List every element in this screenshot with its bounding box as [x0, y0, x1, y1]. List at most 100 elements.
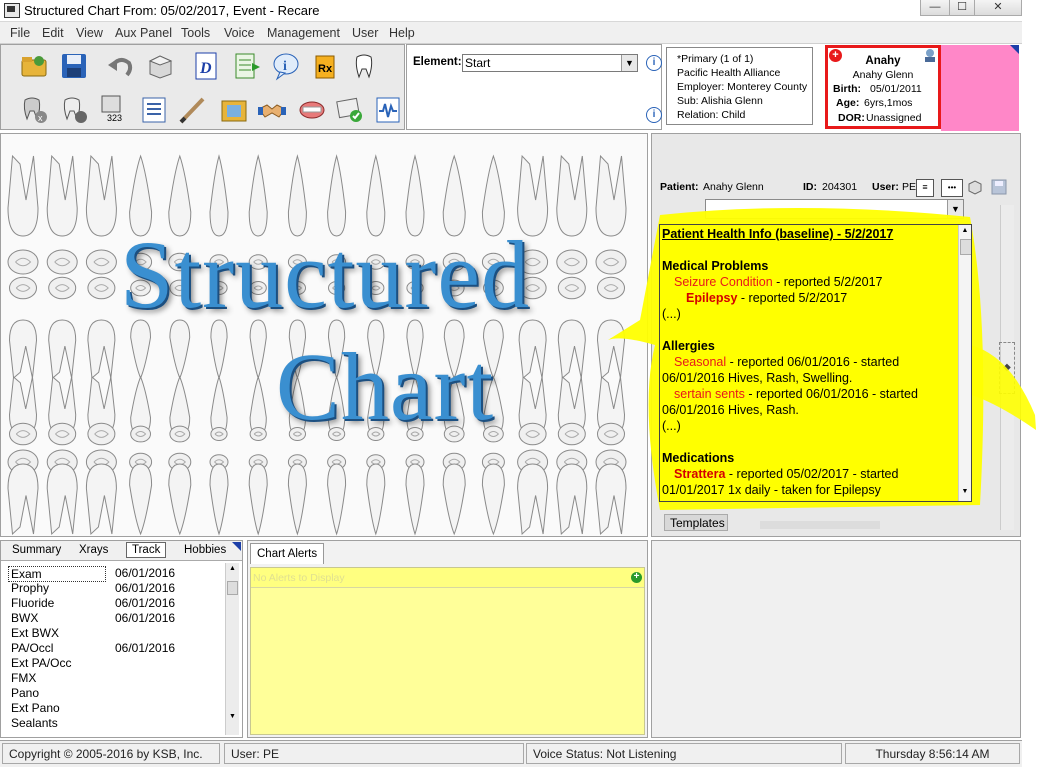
menu-aux-panel[interactable]: Aux Panel [115, 26, 172, 40]
pen-icon[interactable] [177, 95, 207, 125]
close-button[interactable]: ✕ [974, 0, 1022, 16]
odontogram-chart[interactable]: Structured Chart [0, 133, 648, 537]
track-scrollbar[interactable]: ▲ ▼ [225, 563, 239, 735]
menu-management[interactable]: Management [267, 26, 340, 40]
tooth-icon[interactable] [349, 51, 379, 81]
tooth[interactable] [481, 463, 505, 536]
menu-help[interactable]: Help [389, 26, 415, 40]
more-link[interactable]: (...) [662, 419, 681, 433]
menu-user[interactable]: User [352, 26, 378, 40]
alerts-list[interactable]: No Alerts to Display + [250, 567, 645, 735]
insurance-line: Employer: Monterey County [677, 81, 808, 93]
menu-edit[interactable]: Edit [42, 26, 64, 40]
rp-list-icon[interactable]: ≡ [916, 179, 934, 197]
document-d-icon[interactable]: D [191, 51, 221, 81]
health-info-box[interactable]: Patient Health Info (baseline) - 5/2/201… [659, 224, 972, 502]
age-label: Age: [836, 97, 860, 109]
tab-summary[interactable]: Summary [12, 544, 61, 556]
rx-icon[interactable]: Rx [310, 51, 340, 81]
element-label: Element: [413, 56, 462, 68]
tooth[interactable] [46, 463, 78, 536]
track-item-name[interactable]: Pano [11, 686, 39, 700]
window-title: Structured Chart From: 05/02/2017, Event… [24, 3, 320, 18]
undo-icon[interactable] [105, 51, 135, 81]
track-item-name[interactable]: FMX [11, 671, 36, 685]
track-item-name[interactable]: Fluoride [11, 596, 54, 610]
corner-marker [1010, 45, 1019, 54]
track-item-name[interactable]: Ext Pano [11, 701, 60, 715]
tooth[interactable] [85, 463, 117, 536]
track-item-name[interactable]: Prophy [11, 581, 49, 595]
menu-file[interactable]: File [10, 26, 30, 40]
tab-xrays[interactable]: Xrays [79, 544, 108, 556]
rp-save-icon[interactable] [991, 179, 1007, 195]
chart-watermark: Structured Chart [1, 219, 647, 443]
tab-hobbies[interactable]: Hobbies [184, 544, 226, 556]
dentures-icon[interactable] [297, 95, 327, 125]
insurance-info-icon[interactable]: i [646, 107, 662, 123]
tooth[interactable] [168, 463, 192, 536]
chart-watermark-line1: Structured [120, 221, 530, 328]
tooth[interactable] [327, 463, 347, 536]
track-item-name[interactable]: PA/Occl [11, 641, 53, 655]
scroll-thumb[interactable] [227, 581, 238, 595]
list-icon[interactable] [139, 95, 169, 125]
handshake-icon[interactable] [257, 95, 287, 125]
horizontal-scrollbar[interactable] [760, 521, 880, 529]
element-panel: Element: Start ▼ i i [406, 44, 662, 130]
scroll-down-icon[interactable]: ▼ [227, 713, 238, 723]
image-folder-icon[interactable] [219, 95, 249, 125]
track-item-name[interactable]: Exam [8, 566, 106, 582]
menu-voice[interactable]: Voice [224, 26, 255, 40]
more-link[interactable]: (...) [662, 307, 681, 321]
tooth[interactable] [7, 463, 39, 536]
export-sheet-icon[interactable] [232, 51, 262, 81]
save-icon[interactable] [59, 51, 89, 81]
menu-view[interactable]: View [76, 26, 103, 40]
patient-card[interactable]: + Anahy Anahy Glenn Birth: 05/01/2011 Ag… [825, 45, 941, 129]
insurance-line: Pacific Health Alliance [677, 67, 781, 79]
tooth[interactable] [366, 463, 386, 536]
scroll-down-icon[interactable]: ▼ [960, 488, 970, 498]
tooth[interactable] [556, 463, 588, 536]
health-scrollbar[interactable]: ▲ ▼ [958, 225, 971, 501]
track-item-name[interactable]: BWX [11, 611, 38, 625]
tooth[interactable] [129, 463, 153, 536]
scroll-up-icon[interactable]: ▲ [960, 227, 970, 237]
minimize-button[interactable]: — [920, 0, 950, 16]
element-info-icon[interactable]: i [646, 55, 662, 71]
tooth[interactable] [248, 463, 268, 536]
tooth[interactable] [442, 463, 466, 536]
medication-detail-line: 01/01/2017 1x daily - taken for Epilepsy [662, 483, 881, 497]
tooth[interactable] [517, 463, 549, 536]
element-select[interactable]: Start ▼ [462, 54, 638, 72]
add-alert-icon[interactable]: + [631, 572, 642, 583]
menu-tools[interactable]: Tools [181, 26, 210, 40]
tooth[interactable] [405, 463, 425, 536]
track-item-name[interactable]: Sealants [11, 716, 58, 730]
rp-user-label: User: [872, 181, 899, 193]
chevron-down-icon[interactable]: ▼ [621, 55, 637, 71]
tooth[interactable] [209, 463, 229, 536]
scroll-thumb[interactable] [960, 239, 971, 255]
track-item-name[interactable]: Ext PA/Occ [11, 656, 71, 670]
tab-templates[interactable]: Templates [664, 514, 728, 531]
box-icon[interactable] [145, 51, 175, 81]
tooth[interactable] [287, 463, 307, 536]
tooth-x-icon[interactable]: x [19, 95, 49, 125]
rp-number-icon[interactable]: ••• [941, 179, 963, 197]
tab-track[interactable]: Track [126, 542, 167, 558]
track-item-name[interactable]: Ext BWX [11, 626, 59, 640]
maximize-button[interactable]: ☐ [949, 0, 975, 16]
chart-alerts-panel: Chart Alerts No Alerts to Display + [247, 540, 648, 738]
open-folder-icon[interactable] [19, 51, 49, 81]
certificate-icon[interactable] [335, 95, 365, 125]
tooth-delete-icon[interactable] [59, 95, 89, 125]
tab-chart-alerts[interactable]: Chart Alerts [250, 543, 325, 564]
info-icon[interactable]: i [271, 51, 301, 81]
waveform-icon[interactable] [373, 95, 403, 125]
rp-box-icon[interactable] [967, 179, 983, 195]
tooth-number-icon[interactable]: 323 [99, 93, 129, 123]
insurance-info[interactable]: *Primary (1 of 1) Pacific Health Allianc… [666, 47, 813, 125]
scroll-up-icon[interactable]: ▲ [227, 565, 238, 575]
